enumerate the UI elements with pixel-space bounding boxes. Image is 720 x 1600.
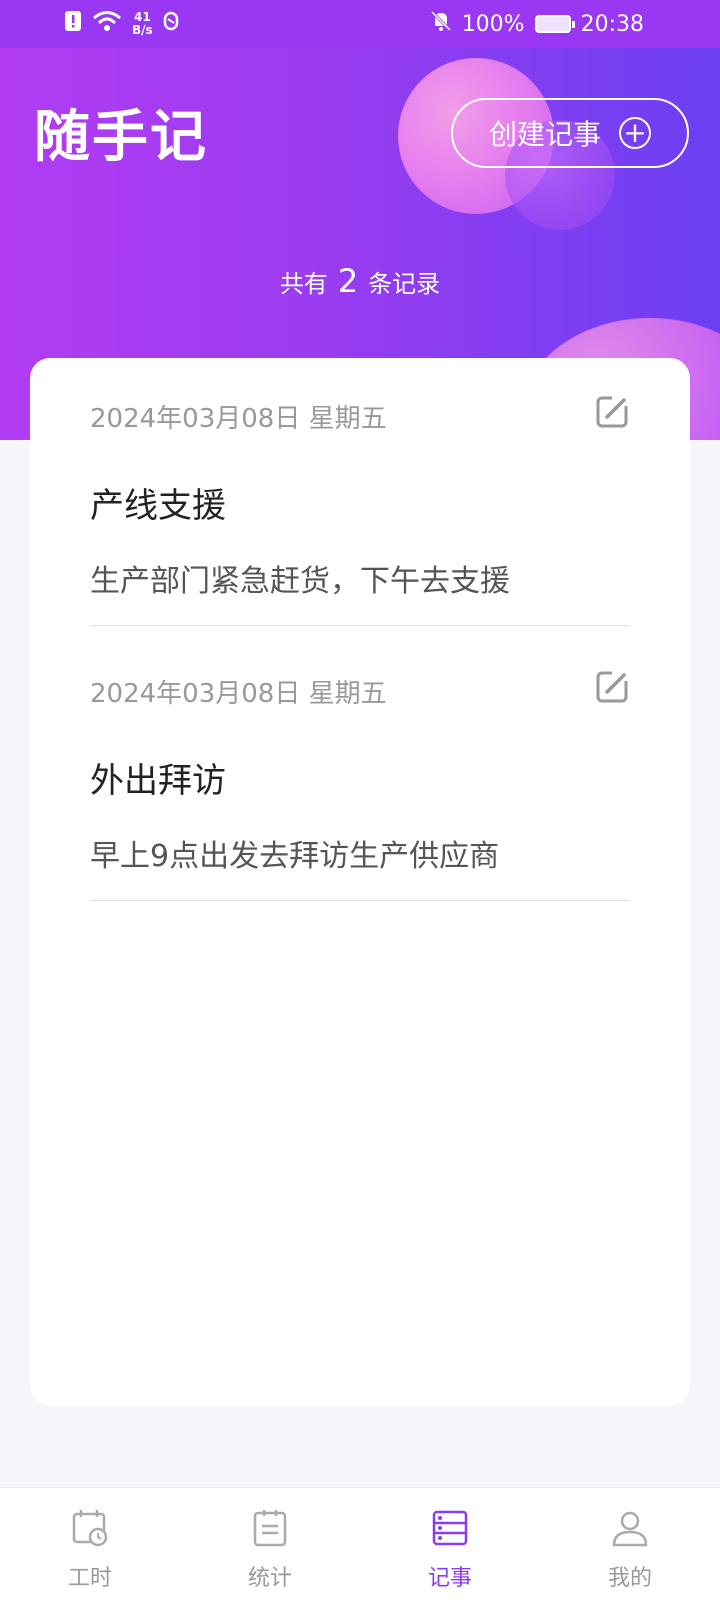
note-date: 2024年03月08日 星期五: [90, 679, 387, 709]
battery-percent: 100%: [461, 11, 525, 37]
clock: 20:38: [580, 11, 644, 37]
list-item[interactable]: 2024年03月08日 星期五 外出拜访 早上9点出发去拜访生产供应商: [90, 669, 630, 901]
nav-item-notes[interactable]: 记事: [360, 1488, 540, 1600]
battery-icon: [534, 15, 575, 33]
clipboard-list-icon: [250, 1508, 290, 1554]
create-note-button[interactable]: 创建记事 +: [451, 98, 689, 168]
edit-icon[interactable]: [596, 394, 630, 428]
sync-icon: [163, 11, 179, 37]
note-date: 2024年03月08日 星期五: [90, 404, 387, 434]
note-title: 外出拜访: [90, 761, 226, 801]
page-title: 随手记: [34, 105, 208, 170]
alert-icon: [64, 10, 82, 38]
plus-circle-icon: +: [619, 117, 651, 149]
summary-suffix: 条记录: [368, 270, 441, 298]
nav-item-profile[interactable]: 我的: [540, 1488, 720, 1600]
nav-label: 我的: [607, 1566, 652, 1591]
nav-label: 统计: [247, 1566, 292, 1591]
bottom-nav: 工时 统计 记事 我的: [0, 1487, 720, 1600]
server-stack-icon: [430, 1508, 470, 1554]
create-note-label: 创建记事: [488, 118, 601, 151]
nav-item-worktime[interactable]: 工时: [0, 1488, 180, 1600]
status-bar: 41 B/s 100% 20:38: [0, 0, 720, 48]
record-count: 2: [337, 262, 359, 300]
mute-bell-icon: [430, 10, 452, 38]
calendar-clock-icon: [70, 1508, 110, 1554]
speed-unit: B/s: [132, 23, 153, 37]
nav-item-stats[interactable]: 统计: [180, 1488, 360, 1600]
note-body: 生产部门紧急赶货，下午去支援: [90, 564, 510, 599]
nav-label: 记事: [427, 1566, 472, 1591]
list-item[interactable]: 2024年03月08日 星期五 产线支援 生产部门紧急赶货，下午去支援: [90, 394, 630, 626]
note-body: 早上9点出发去拜访生产供应商: [90, 839, 500, 874]
nav-label: 工时: [67, 1566, 112, 1591]
note-title: 产线支援: [90, 486, 226, 526]
wifi-icon: [92, 10, 122, 38]
edit-icon[interactable]: [596, 669, 630, 703]
record-summary: 共有 2 条记录: [0, 262, 720, 300]
summary-prefix: 共有: [279, 270, 328, 298]
person-icon: [610, 1508, 650, 1554]
notes-card: 2024年03月08日 星期五 产线支援 生产部门紧急赶货，下午去支援 2024…: [30, 358, 690, 1406]
network-speed: 41 B/s: [132, 11, 153, 37]
